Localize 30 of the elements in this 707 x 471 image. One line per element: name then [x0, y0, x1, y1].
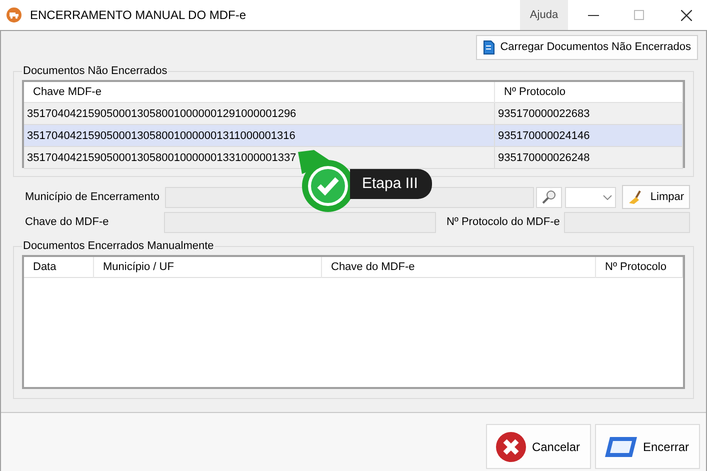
maximize-icon[interactable]	[634, 10, 644, 20]
table-row[interactable]: 35170404215905000130580010000001311000001316 935170000024146	[24, 125, 683, 147]
minimize-icon[interactable]	[588, 14, 599, 16]
column-header[interactable]: Município / UF	[94, 257, 322, 278]
confirm-button[interactable]: Encerrar	[595, 424, 700, 469]
search-button[interactable]	[536, 186, 562, 208]
field-label: Nº Protocolo do MDF-e	[446, 214, 561, 230]
field-label: Chave do MDF-e	[25, 214, 110, 230]
search-icon	[542, 190, 556, 204]
table-cell: 935170000026248	[495, 147, 683, 169]
cancel-button[interactable]: Cancelar	[486, 424, 591, 469]
close-icon[interactable]	[681, 10, 692, 20]
field-label: Município de Encerramento	[25, 190, 161, 205]
table-row[interactable]: 35170404215905000130580010000001291000001296 935170000022683	[24, 103, 683, 125]
column-header[interactable]: Chave do MDF-e	[322, 257, 596, 278]
table-row[interactable]: 35170404215905000130580010000001331000001337 935170000026248	[24, 147, 683, 169]
broom-icon	[628, 190, 644, 204]
load-button[interactable]: Carregar Documentos Não Encerrados	[476, 35, 698, 60]
help-button[interactable]: Ajuda	[520, 0, 568, 30]
close-circle-icon	[495, 430, 527, 462]
document-icon	[483, 40, 496, 55]
window-icon	[604, 436, 638, 458]
truck-icon	[6, 7, 22, 23]
step-label: Etapa III	[350, 169, 432, 199]
window-title: ENCERRAMENTO MANUAL DO MDF-e	[30, 7, 246, 24]
chevron-icon	[603, 194, 612, 200]
column-header[interactable]: Data	[24, 257, 94, 278]
column-header[interactable]: Nº Protocolo	[596, 257, 683, 278]
clear-button[interactable]: Limpar	[622, 185, 690, 209]
chave-field[interactable]	[164, 212, 436, 232]
